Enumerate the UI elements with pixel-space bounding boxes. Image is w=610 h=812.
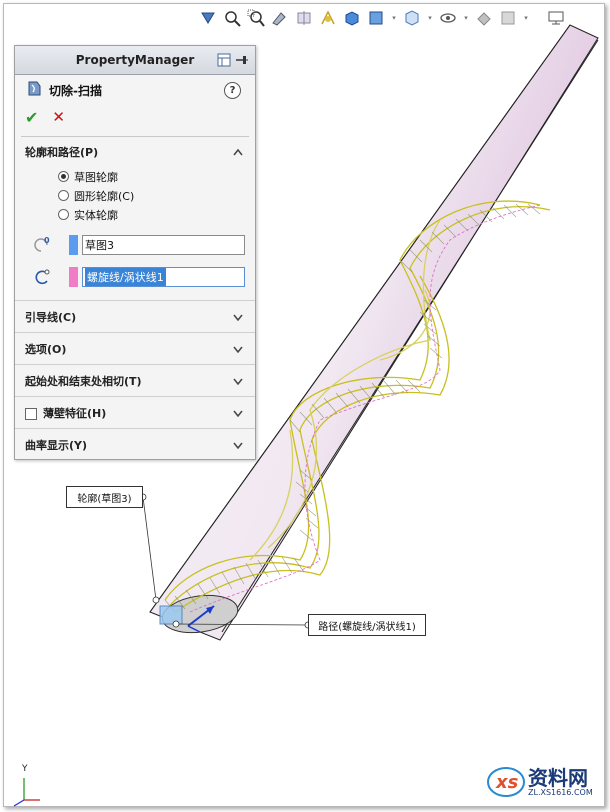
watermark-name: 资料网 [528,766,588,790]
chevron-down-icon[interactable] [233,376,243,386]
axis-label: Y [22,764,28,774]
radio-label: 实体轮廓 [74,208,118,222]
zoom-area-icon[interactable] [246,8,266,28]
profile-icon: 0 [29,235,53,255]
path-selection-box[interactable]: 螺旋线/涡状线1 [82,267,245,287]
path-color-swatch [69,267,78,287]
view-orientation-icon[interactable] [198,8,218,28]
curvature-display-group[interactable]: 曲率显示(Y) [15,428,255,460]
view-settings-dropdown-icon[interactable]: ▾ [522,8,530,28]
radio-button[interactable] [58,190,69,201]
monitor-icon[interactable] [546,8,566,28]
radio-solid-profile[interactable]: 实体轮廓 [15,205,255,224]
watermark-logo: xs 资料网 ZL.XS1616.COM [484,760,602,804]
profile-callout[interactable]: 轮廓(草图3) [66,486,143,508]
cancel-button[interactable]: ✕ [52,108,65,126]
appearance-dropdown-icon[interactable]: ▾ [462,8,470,28]
path-callout[interactable]: 路径(螺旋线/涡状线1) [308,614,426,636]
guide-curves-group[interactable]: 引导线(C) [15,300,255,332]
group-title: 选项(O) [25,342,67,356]
profile-path-group-header[interactable]: 轮廓和路径(P) [15,137,255,167]
watermark-url: ZL.XS1616.COM [528,788,593,797]
view-settings-icon[interactable] [498,8,518,28]
chevron-down-icon[interactable] [233,312,243,322]
path-icon [29,267,53,287]
edit-appearance-icon[interactable] [438,8,458,28]
thin-feature-checkbox[interactable] [25,407,37,420]
profile-sketch[interactable] [159,605,183,625]
radio-circular-profile[interactable]: 圆形轮廓(C) [15,186,255,205]
chevron-down-icon[interactable] [233,344,243,354]
help-button[interactable]: ? [224,82,241,99]
group-title: 薄壁特征(H) [43,406,107,420]
profile-path-group-title: 轮廓和路径(P) [25,146,99,159]
hide-show-dropdown-icon[interactable]: ▾ [426,8,434,28]
section-view-icon[interactable] [294,8,314,28]
chevron-down-icon[interactable] [233,408,243,418]
display-style-dropdown-icon[interactable]: ▾ [390,8,398,28]
radio-label: 圆形轮廓(C) [74,189,135,203]
chevron-down-icon[interactable] [233,440,243,450]
profile-selection-box[interactable]: 草图3 [82,235,245,255]
radio-button[interactable] [58,171,69,182]
zoom-to-fit-icon[interactable] [222,8,242,28]
hide-show-icon[interactable] [402,8,422,28]
confirm-actions: ✔ ✕ [15,105,255,129]
property-manager-panel: PropertyManager 切除-扫描 ? ✔ ✕ 轮廓和路径(P) 草图轮… [14,45,256,460]
group-title: 起始处和结束处相切(T) [25,374,142,388]
sweep-cut-icon [25,79,43,101]
dynamic-annotation-icon[interactable] [318,8,338,28]
radio-label: 草图轮廓 [74,170,118,184]
panel-layout-icon[interactable] [217,52,231,71]
previous-view-icon[interactable] [270,8,290,28]
radio-sketch-profile[interactable]: 草图轮廓 [15,167,255,186]
radio-button[interactable] [58,209,69,220]
ok-button[interactable]: ✔ [25,108,38,127]
profile-callout-leader [142,496,157,601]
path-selection-row: 螺旋线/涡状线1 [15,262,255,292]
feature-title: 切除-扫描 [49,83,102,98]
options-group[interactable]: 选项(O) [15,332,255,364]
group-title: 引导线(C) [25,310,77,324]
profile-selection-row: 0 草图3 [15,230,255,260]
pin-icon[interactable] [235,52,249,71]
heads-up-toolbar: ▾ ▾ ▾ ▾ [198,6,566,30]
profile-color-swatch [69,235,78,255]
chevron-up-icon[interactable] [233,147,243,157]
start-end-tangency-group[interactable]: 起始处和结束处相切(T) [15,364,255,396]
thin-feature-group[interactable]: 薄壁特征(H) [15,396,255,428]
property-manager-title: PropertyManager [75,53,195,67]
display-style-icon[interactable] [366,8,386,28]
property-manager-header: PropertyManager [15,46,255,75]
svg-text:0: 0 [44,236,50,245]
svg-text:xs: xs [495,772,519,793]
rod-edge-right [221,39,599,633]
axis-triad [13,778,40,807]
group-title: 曲率显示(Y) [25,438,88,452]
feature-title-row: 切除-扫描 ? [15,75,255,105]
apply-scene-icon[interactable] [474,8,494,28]
view-shaded-icon[interactable] [342,8,362,28]
